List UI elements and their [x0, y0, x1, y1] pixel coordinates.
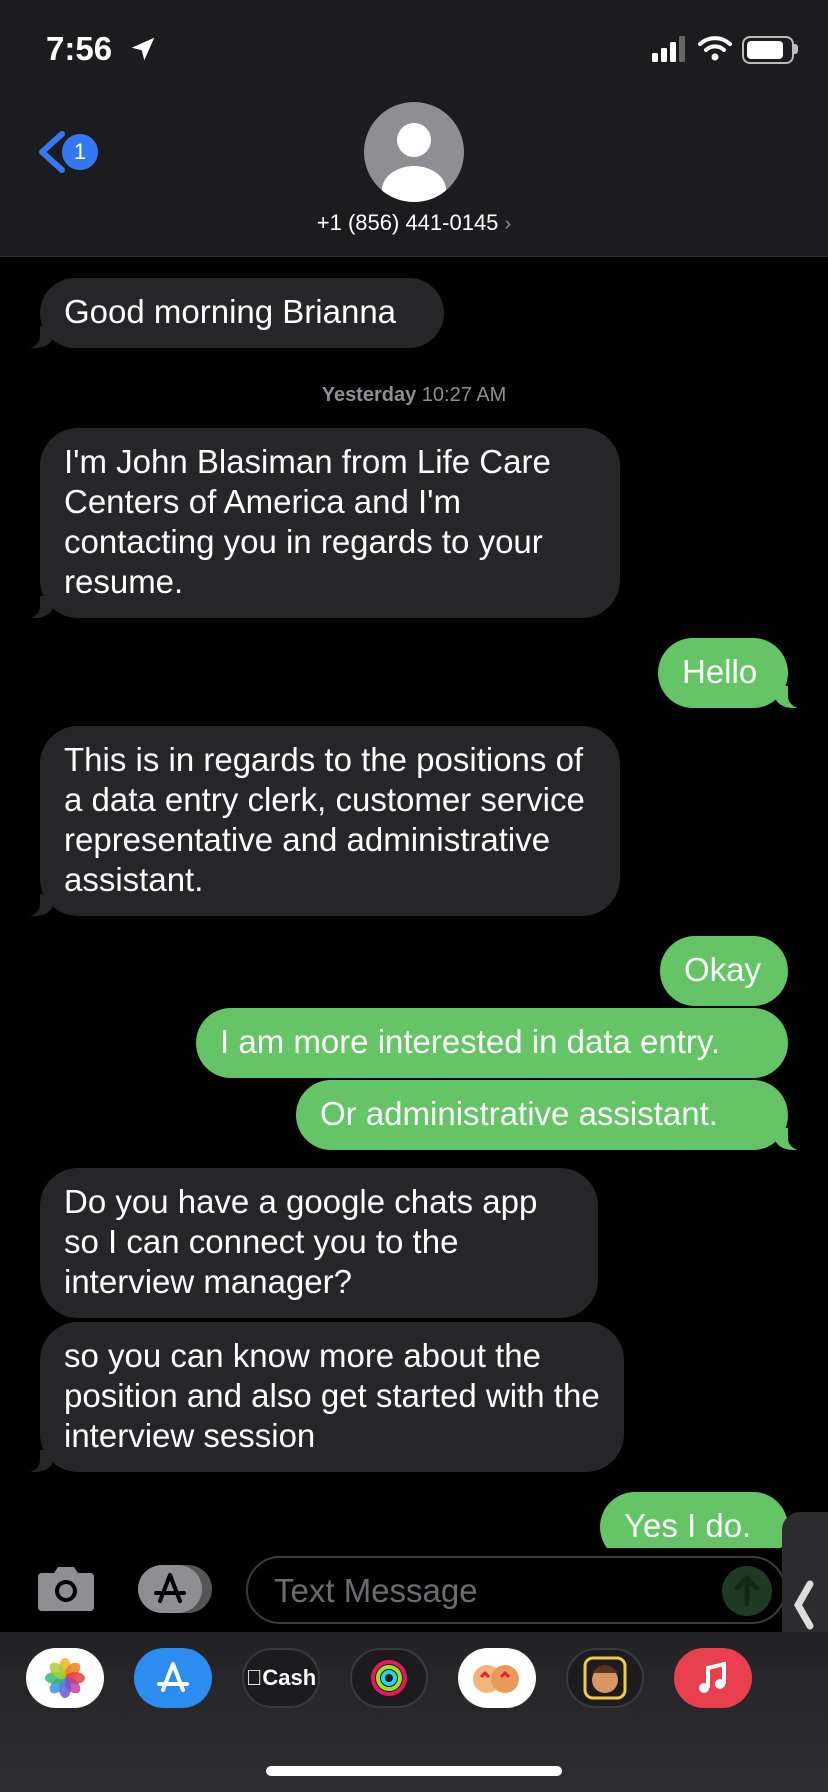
send-arrow-icon[interactable] — [722, 1566, 772, 1616]
contact-number[interactable]: +1 (856) 441-0145 — [317, 210, 499, 235]
wifi-icon — [698, 36, 732, 61]
message-bubble-incoming[interactable]: This is in regards to the positions of a… — [22, 726, 620, 916]
message-placeholder: Text Message — [274, 1572, 478, 1609]
message-bubble-incoming[interactable]: Do you have a google chats app so I can … — [40, 1168, 598, 1318]
home-indicator[interactable] — [266, 1766, 562, 1776]
battery-level — [747, 41, 783, 59]
apple-cash-icon[interactable]: Cash — [242, 1648, 320, 1708]
status-time: 7:56 — [46, 30, 113, 67]
message-bubble-outgoing[interactable]: I am more interested in data entry. — [196, 1008, 788, 1078]
app-store-apps-icon[interactable] — [138, 1565, 212, 1613]
contact-avatar[interactable] — [364, 102, 464, 202]
timestamp-time: 10:27 AM — [421, 384, 507, 406]
unread-count-badge[interactable]: 1 — [62, 134, 98, 170]
battery-tip — [794, 44, 798, 54]
contact-name[interactable]: +1 (856) 441-0145 › — [0, 210, 828, 236]
photos-icon[interactable] — [26, 1648, 104, 1708]
message-bubble-outgoing[interactable]: Okay — [660, 936, 788, 1006]
fitness-icon[interactable] — [350, 1648, 428, 1708]
message-bubble-incoming[interactable]: so you can know more about the position … — [22, 1322, 624, 1472]
message-bubble-outgoing[interactable]: Or administrative assistant. — [296, 1080, 806, 1150]
memoji-icon[interactable] — [566, 1648, 644, 1708]
timestamp: Yesterday 10:27 AM — [0, 384, 828, 407]
message-bubble-incoming[interactable]: Good morning Brianna — [22, 278, 444, 348]
music-icon[interactable] — [674, 1648, 752, 1708]
timestamp-day: Yesterday — [321, 384, 417, 406]
location-arrow-icon — [131, 37, 155, 61]
chevron-right-icon: › — [504, 213, 512, 235]
message-bubble-outgoing[interactable]: Hello — [658, 638, 806, 708]
memoji-stickers-icon[interactable] — [458, 1648, 536, 1708]
person-silhouette-icon — [382, 123, 446, 202]
app-store-icon[interactable] — [134, 1648, 212, 1708]
message-bubble-incoming[interactable]: I'm John Blasiman from Life Care Centers… — [22, 428, 620, 618]
camera-icon[interactable] — [34, 1565, 98, 1613]
cellular-signal-icon — [652, 36, 685, 62]
battery-icon — [742, 36, 794, 64]
